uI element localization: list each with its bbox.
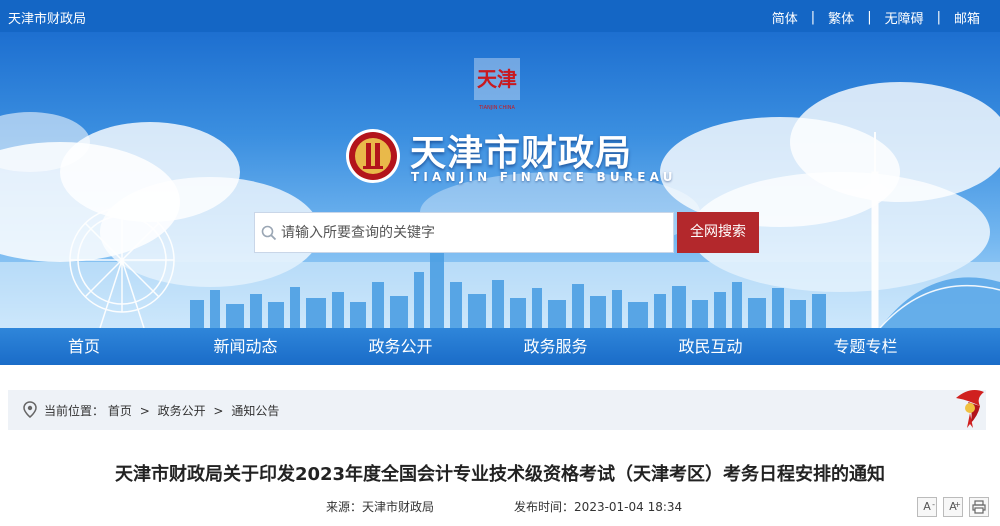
header-banner: 天津 TIANJIN CHINA 天津市财政局 TIANJIN FINANCE … <box>0 32 1000 328</box>
link-accessibility[interactable]: 无障碍 <box>885 8 924 27</box>
source-label: 来源： <box>326 500 363 514</box>
link-simplified[interactable]: 简体 <box>772 8 798 27</box>
ribbon-decoration-icon <box>956 390 984 428</box>
top-links: 简体 | 繁体 | 无障碍 | 邮箱 <box>772 8 980 27</box>
date-value: 2023-01-04 18:34 <box>574 500 683 514</box>
link-separator: | <box>810 10 816 25</box>
breadcrumb-government-affairs[interactable]: 政务公开 <box>158 404 206 418</box>
print-icon <box>972 500 986 514</box>
increase-font-button[interactable]: A + <box>943 497 963 517</box>
seal-glyph: 天津 <box>477 67 517 91</box>
article-meta: 来源：天津市财政局 发布时间：2023-01-04 18:34 <box>326 498 682 515</box>
article-title: 天津市财政局关于印发2023年度全国会计专业技术级资格考试（天津考区）考务日程安… <box>114 464 886 485</box>
decrease-font-button[interactable]: A- <box>917 497 937 517</box>
tianjin-seal-icon: 天津 TIANJIN CHINA <box>474 58 520 111</box>
link-separator: | <box>936 10 941 25</box>
breadcrumb-separator: > <box>139 404 150 418</box>
top-bar: 天津市财政局 简体 | 繁体 | 无障碍 | 邮箱 <box>0 0 1000 32</box>
nav-item-home[interactable]: 首页 <box>0 328 168 365</box>
logo-subtitle: TIANJIN FINANCE BUREAU <box>411 170 677 184</box>
top-site-name: 天津市财政局 <box>8 12 87 27</box>
nav-item-services[interactable]: 政务服务 <box>478 328 633 365</box>
article-tools: A- A + <box>917 497 989 517</box>
breadcrumb-text: 当前位置： 首页 > 政务公开 > 通知公告 <box>44 402 279 419</box>
nav-item-interaction[interactable]: 政民互动 <box>633 328 788 365</box>
main-nav: 首页 新闻动态 政务公开 政务服务 政民互动 专题专栏 <box>0 328 1000 365</box>
logo-title: 天津市财政局 <box>410 133 633 174</box>
link-traditional[interactable]: 繁体 <box>828 8 854 27</box>
seal-caption: TIANJIN CHINA <box>478 105 515 111</box>
search-button[interactable]: 全网搜索 <box>677 212 759 253</box>
breadcrumb-notices[interactable]: 通知公告 <box>231 404 279 418</box>
nav-item-topics[interactable]: 专题专栏 <box>788 328 943 365</box>
increase-font-mark: + <box>954 500 961 509</box>
decrease-font-glyph: A <box>923 500 931 513</box>
search-box <box>254 212 674 253</box>
breadcrumb: 当前位置： 首页 > 政务公开 > 通知公告 <box>8 390 986 430</box>
breadcrumb-home[interactable]: 首页 <box>108 404 132 418</box>
nav-item-government-affairs[interactable]: 政务公开 <box>323 328 478 365</box>
link-separator: | <box>867 10 872 25</box>
breadcrumb-separator: > <box>213 404 224 418</box>
finance-bureau-emblem-icon <box>346 129 400 183</box>
decrease-font-mark: - <box>932 500 935 509</box>
search-input[interactable] <box>281 213 671 252</box>
print-button[interactable] <box>969 497 989 517</box>
nav-item-news[interactable]: 新闻动态 <box>168 328 323 365</box>
breadcrumb-prefix: 当前位置： <box>44 404 105 418</box>
source-value: 天津市财政局 <box>362 500 435 514</box>
link-mailbox[interactable]: 邮箱 <box>954 8 980 27</box>
search-icon <box>261 225 277 241</box>
date-label: 发布时间： <box>514 500 575 514</box>
location-pin-icon <box>23 401 37 418</box>
